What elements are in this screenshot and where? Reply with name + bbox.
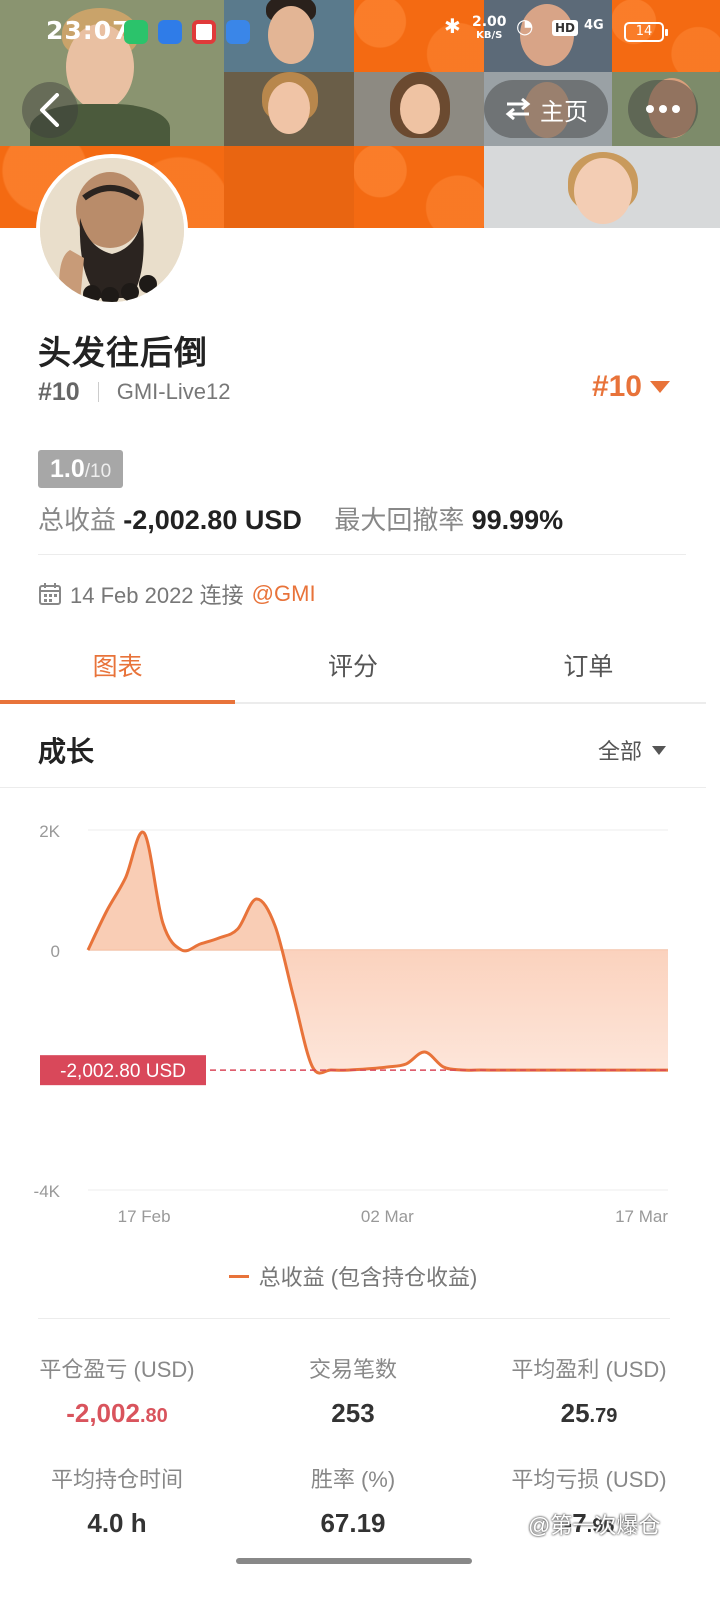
stat-value: 25.79 [560,1398,618,1428]
tab-bar: 图表 评分 订单 [0,628,706,704]
rank-badge: #10 [38,377,80,406]
legend-label: 总收益 (包含持仓收益) [258,1265,478,1290]
server-name: GMI-Live12 [116,379,231,404]
broker-link[interactable]: @GMI [252,581,316,607]
score-badge: 1.0 /10 [38,450,124,488]
stat-closed-pnl: 平仓盈亏 (USD) -2,002.80 [0,1352,234,1429]
stat-value: 67.19 [320,1508,386,1538]
divider [97,382,99,402]
app-notification-icon [158,20,182,44]
chevron-left-icon [40,93,59,127]
y-tick-label: -4K [34,1182,61,1201]
stat-value: -2,002.80 [66,1398,168,1428]
swap-icon [505,97,531,121]
banner-photo [484,146,720,228]
max-drawdown-label: 最大回撤率 [334,505,465,535]
y-tick-label: 2K [39,822,60,841]
watermark: @第一次爆仓 [528,1513,661,1538]
banner-photo [354,72,484,146]
tab-rating[interactable]: 评分 [235,628,470,702]
stat-label: 平均盈利 (USD) [511,1357,667,1382]
rank-dropdown-label: #10 [591,370,642,403]
growth-header: 成长 全部 [0,704,706,788]
app-notification-icon [124,20,148,44]
marker-label: -2,002.80 USD [60,1061,186,1082]
chart-legend: 总收益 (包含持仓收益) [0,1260,706,1292]
profile-name: 头发往后倒 [38,334,208,371]
back-button[interactable] [22,82,78,138]
stat-label: 平均亏损 (USD) [511,1467,667,1492]
app-notification-icon [192,20,216,44]
more-button[interactable] [628,80,698,138]
stat-label: 平仓盈亏 (USD) [39,1357,195,1382]
period-dropdown[interactable]: 全部 [598,734,666,766]
score-value: 1.0 [50,455,85,483]
net-speed: 2.00 KB/S [472,14,507,41]
caret-down-icon [650,381,670,393]
keyboard-icon [226,20,250,44]
more-icon [646,105,680,113]
total-profit-value: -2,002.80 USD [123,505,302,535]
score-max: /10 [84,461,112,482]
rank-dropdown[interactable]: #10 [592,370,670,404]
chart-area [86,830,668,1075]
status-bar: 23:07 ✱ 2.00 KB/S ◔ HD 4G 14 [0,0,720,62]
stat-avg-hold-time: 平均持仓时间 4.0 h [0,1462,234,1539]
banner-photo [224,72,354,146]
stat-trade-count: 交易笔数 253 [236,1352,470,1429]
y-tick-label: 0 [51,942,60,961]
wifi-icon: ◔ [516,14,534,38]
stat-win-rate: 胜率 (%) 67.19 [236,1462,470,1539]
max-drawdown-value: 99.99% [471,505,564,535]
home-button[interactable]: 主页 [484,80,608,138]
caret-down-icon [652,745,666,755]
growth-chart: 2K 0 -4K 17 Feb 02 Mar 17 Mar -2,002.80 USD [34,822,669,1226]
connect-date: 14 Feb 2022 连接 [70,583,244,608]
section-title: 成长 [38,736,95,767]
stat-avg-profit: 平均盈利 (USD) 25.79 [472,1352,706,1429]
period-dropdown-label: 全部 [597,739,642,764]
stat-label: 胜率 (%) [310,1467,396,1492]
profit-summary: 总收益 -2,002.80 USD 最大回撤率 99.99% [38,500,563,537]
home-button-label: 主页 [540,98,588,126]
area-negative [88,950,668,1074]
stat-value: 253 [331,1398,375,1428]
rank-row: #10 GMI-Live12 [38,376,230,408]
signal-icon: 4G [584,18,604,33]
x-tick-label: 17 Feb [118,1207,171,1226]
stat-label: 交易笔数 [308,1357,397,1382]
avatar[interactable] [36,154,188,306]
divider [38,1318,670,1319]
tab-chart[interactable]: 图表 [0,628,236,704]
total-profit-label: 总收益 [38,505,117,535]
avatar-image [40,158,184,302]
home-indicator[interactable] [236,1558,472,1564]
divider [38,554,686,555]
hd-icon: HD [552,20,579,36]
legend-swatch [228,1274,249,1278]
stat-label: 平均持仓时间 [50,1467,183,1492]
battery-icon: 14 [624,22,668,42]
connect-info: 14 Feb 2022 连接 @GMI [38,578,316,610]
bluetooth-icon: ✱ [444,14,461,38]
calendar-icon [39,583,61,605]
x-tick-label: 17 Mar [615,1207,668,1226]
stat-value: 4.0 h [87,1508,147,1538]
tab-orders[interactable]: 订单 [471,628,706,702]
status-time: 23:07 [46,16,131,45]
x-tick-label: 02 Mar [361,1207,414,1226]
